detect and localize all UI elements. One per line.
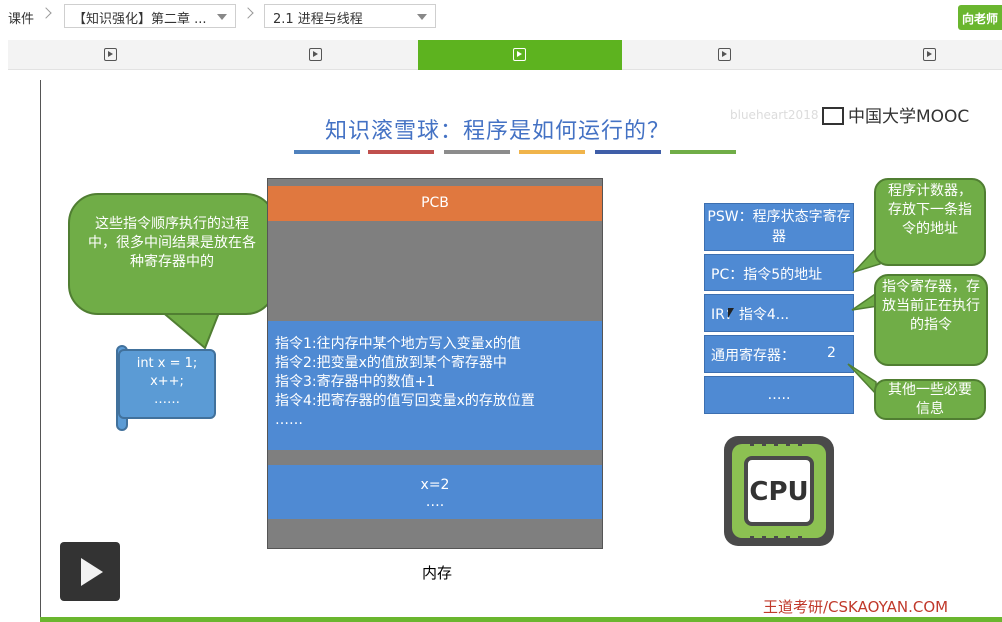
play-button[interactable] [60, 542, 120, 601]
chevron-down-icon [217, 14, 227, 20]
general-register-label: 通用寄存器： [711, 348, 795, 364]
instruction-line: 指令1:往内存中某个地方写入变量x的值 [275, 336, 521, 352]
tab-video-4[interactable] [622, 40, 827, 70]
psw-register: PSW：程序状态字寄存器 [704, 203, 854, 251]
video-icon [104, 48, 117, 61]
tab-video-2[interactable] [213, 40, 418, 70]
lesson-select[interactable]: 2.1 进程与线程 [264, 4, 436, 28]
video-icon [718, 48, 731, 61]
course-select-label: 【知识强化】第二章 ... [73, 12, 207, 27]
color-bar [595, 150, 661, 154]
pc-register: PC：指令5的地址 [704, 254, 854, 291]
video-icon [923, 48, 936, 61]
cpu-icon: CPU [720, 432, 838, 550]
video-progress-bar[interactable] [40, 617, 1002, 622]
tab-video-3[interactable] [418, 40, 622, 70]
cpu-label: CPU [749, 477, 808, 507]
instruction-segment: 指令1:往内存中某个地方写入变量x的值 指令2:把变量x的值放到某个寄存器中 指… [268, 321, 602, 450]
general-register-value: 2 [827, 345, 836, 361]
color-bar [368, 150, 434, 154]
watermark: blueheart2018 [730, 108, 819, 122]
code-scroll: int x = 1; x++; …… [118, 349, 216, 419]
instruction-line: 指令4:把寄存器的值写回变量x的存放位置 [275, 393, 535, 409]
video-icon [513, 48, 526, 61]
video-icon [309, 48, 322, 61]
code-line: x++; [150, 374, 184, 389]
course-select[interactable]: 【知识强化】第二章 ... [64, 4, 236, 28]
data-segment: x=2 …. [268, 465, 602, 519]
chevron-right-icon [242, 7, 254, 19]
ir-register: IR：指令4... [704, 294, 854, 332]
mooc-logo: 中国大学MOOC [822, 102, 969, 127]
code-line: int x = 1; [136, 356, 198, 371]
lesson-select-label: 2.1 进程与线程 [273, 12, 363, 27]
data-line: x=2 [420, 477, 450, 493]
pc-callout: 程序计数器，存放下一条指令的地址 [874, 178, 986, 266]
mooc-logo-icon [822, 107, 844, 125]
tab-video-5[interactable] [827, 40, 1002, 70]
slide-title: 知识滚雪球：程序是如何运行的？ [325, 119, 671, 144]
pcb-segment: PCB [268, 186, 602, 221]
instruction-line: 指令3:寄存器中的数值+1 [275, 374, 436, 390]
color-bar [294, 150, 360, 154]
mooc-logo-text: 中国大学MOOC [848, 107, 970, 127]
register-callout: 这些指令顺序执行的过程中，很多中间结果是放在各种寄存器中的 [68, 193, 276, 315]
chevron-right-icon [40, 7, 52, 19]
color-bar [670, 150, 736, 154]
credit-text: 王道考研/CSKAOYAN.COM [763, 598, 949, 616]
more-registers: ….. [704, 376, 854, 414]
lesson-tabs [8, 40, 1002, 70]
breadcrumb-root[interactable]: 课件 [8, 8, 34, 27]
memory-label: 内存 [422, 564, 453, 582]
mouse-cursor-icon [728, 308, 734, 318]
ir-callout: 指令寄存器，存放当前正在执行的指令 [874, 274, 988, 366]
instruction-line: …… [275, 412, 303, 428]
tab-video-1[interactable] [8, 40, 213, 70]
color-bar [444, 150, 510, 154]
ask-teacher-button[interactable]: 向老师 [958, 5, 1002, 30]
other-info-callout: 其他一些必要信息 [874, 379, 986, 420]
top-bar: 课件 【知识强化】第二章 ... 2.1 进程与线程 向老师 [0, 0, 1002, 36]
general-register: 通用寄存器： 2 [704, 335, 854, 373]
color-bar [519, 150, 585, 154]
chevron-down-icon [417, 14, 427, 20]
instruction-line: 指令2:把变量x的值放到某个寄存器中 [275, 355, 507, 371]
code-line: …… [154, 392, 180, 407]
data-line: …. [425, 494, 445, 510]
